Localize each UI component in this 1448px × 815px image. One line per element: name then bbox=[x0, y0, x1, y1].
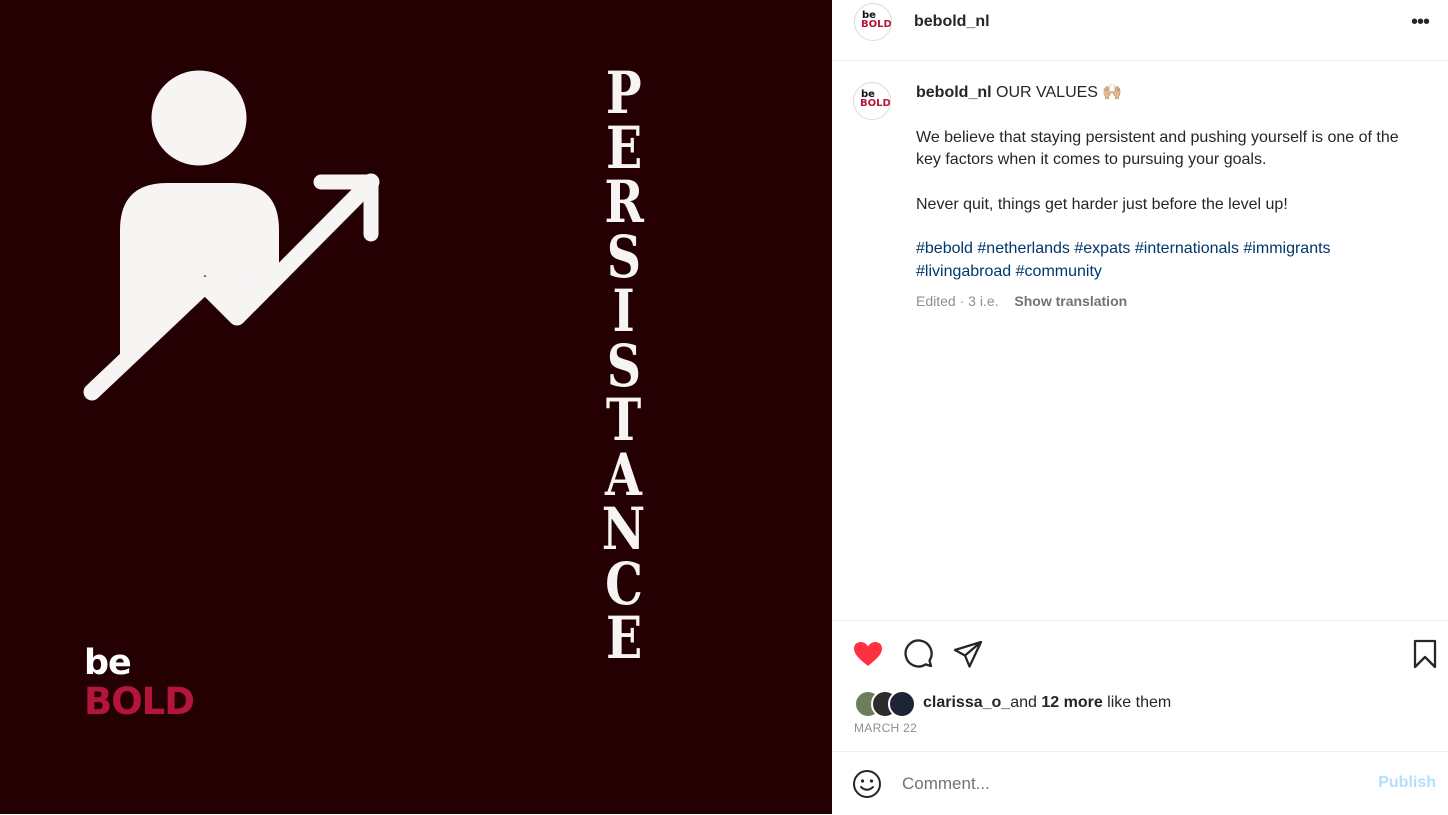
post-details-panel: be BOLD bebold_nl ••• be BOLD bebold_nl … bbox=[832, 0, 1448, 814]
liker-username[interactable]: clarissa_o_ bbox=[923, 694, 1010, 711]
caption-meta: Edited · 3 i.e. Show translation bbox=[916, 293, 1127, 309]
emoji-smiley-icon[interactable] bbox=[852, 769, 882, 799]
avatar[interactable]: be BOLD bbox=[854, 3, 892, 41]
edited-label: Edited bbox=[916, 293, 956, 309]
caption-avatar[interactable]: be BOLD bbox=[853, 82, 891, 120]
title-letter: T bbox=[606, 386, 642, 454]
header-username[interactable]: bebold_nl bbox=[914, 13, 990, 31]
hashtag-link[interactable]: #netherlands bbox=[977, 240, 1070, 257]
title-letter: C bbox=[605, 549, 643, 618]
caption-title: OUR VALUES bbox=[996, 84, 1098, 101]
likes-summary: clarissa_o_and 12 more like them bbox=[854, 690, 1172, 718]
caption-paragraph: We believe that staying persistent and p… bbox=[916, 128, 1399, 169]
post-age: · 3 i.e. bbox=[959, 293, 999, 309]
likes-text: clarissa_o_and 12 more like them bbox=[923, 694, 1172, 711]
caption-paragraph: Never quit, things get harder just befor… bbox=[916, 195, 1288, 213]
brand-logo-be: be bbox=[84, 643, 132, 683]
liker-avatars[interactable] bbox=[854, 690, 916, 718]
post-header: be BOLD bebold_nl ••• bbox=[832, 0, 1448, 61]
title-letter: S bbox=[606, 331, 642, 400]
liker-avatar bbox=[888, 690, 916, 718]
post-caption: bebold_nl OUR VALUES 🙌🏼 We believe that … bbox=[916, 82, 1426, 283]
share-icon[interactable] bbox=[952, 638, 984, 670]
raised-hands-emoji: 🙌🏼 bbox=[1102, 84, 1123, 101]
hashtag-link[interactable]: #livingabroad bbox=[916, 263, 1011, 280]
post-image: P E R S I S T A N C E be BOLD bbox=[0, 0, 832, 814]
title-letter: A bbox=[605, 440, 643, 509]
publish-button[interactable]: Publish bbox=[1378, 774, 1436, 792]
title-letter: I bbox=[612, 277, 636, 345]
title-letter: S bbox=[606, 222, 642, 291]
title-letter: N bbox=[602, 495, 646, 563]
title-letter: P bbox=[606, 59, 642, 127]
hashtag-link[interactable]: #immigrants bbox=[1243, 240, 1330, 257]
persistance-vertical-title: P E R S I S T A N C E bbox=[588, 59, 660, 672]
comment-bar: Publish bbox=[832, 751, 1448, 815]
hashtag-link[interactable]: #internationals bbox=[1135, 240, 1239, 257]
comment-icon[interactable] bbox=[902, 638, 934, 670]
heart-filled-icon[interactable] bbox=[852, 638, 884, 670]
hashtag-link[interactable]: #bebold bbox=[916, 240, 973, 257]
title-letter: E bbox=[605, 113, 643, 182]
hashtags: #bebold #netherlands #expats #internatio… bbox=[916, 238, 1426, 283]
more-options-icon[interactable]: ••• bbox=[1408, 12, 1432, 36]
brand-logo-bold: BOLD bbox=[84, 680, 195, 723]
post-actions: clarissa_o_and 12 more like them MARCH 2… bbox=[832, 620, 1448, 751]
title-letter: R bbox=[604, 168, 644, 236]
title-letter: E bbox=[605, 604, 643, 672]
bookmark-icon[interactable] bbox=[1409, 638, 1441, 670]
hashtag-link[interactable]: #community bbox=[1016, 263, 1102, 280]
show-translation-link[interactable]: Show translation bbox=[1014, 293, 1127, 309]
comment-input[interactable] bbox=[902, 772, 1342, 796]
post-date[interactable]: MARCH 22 bbox=[854, 721, 917, 735]
caption-username[interactable]: bebold_nl bbox=[916, 84, 992, 101]
likes-count[interactable]: 12 more bbox=[1041, 694, 1102, 711]
hashtag-link[interactable]: #expats bbox=[1074, 240, 1130, 257]
